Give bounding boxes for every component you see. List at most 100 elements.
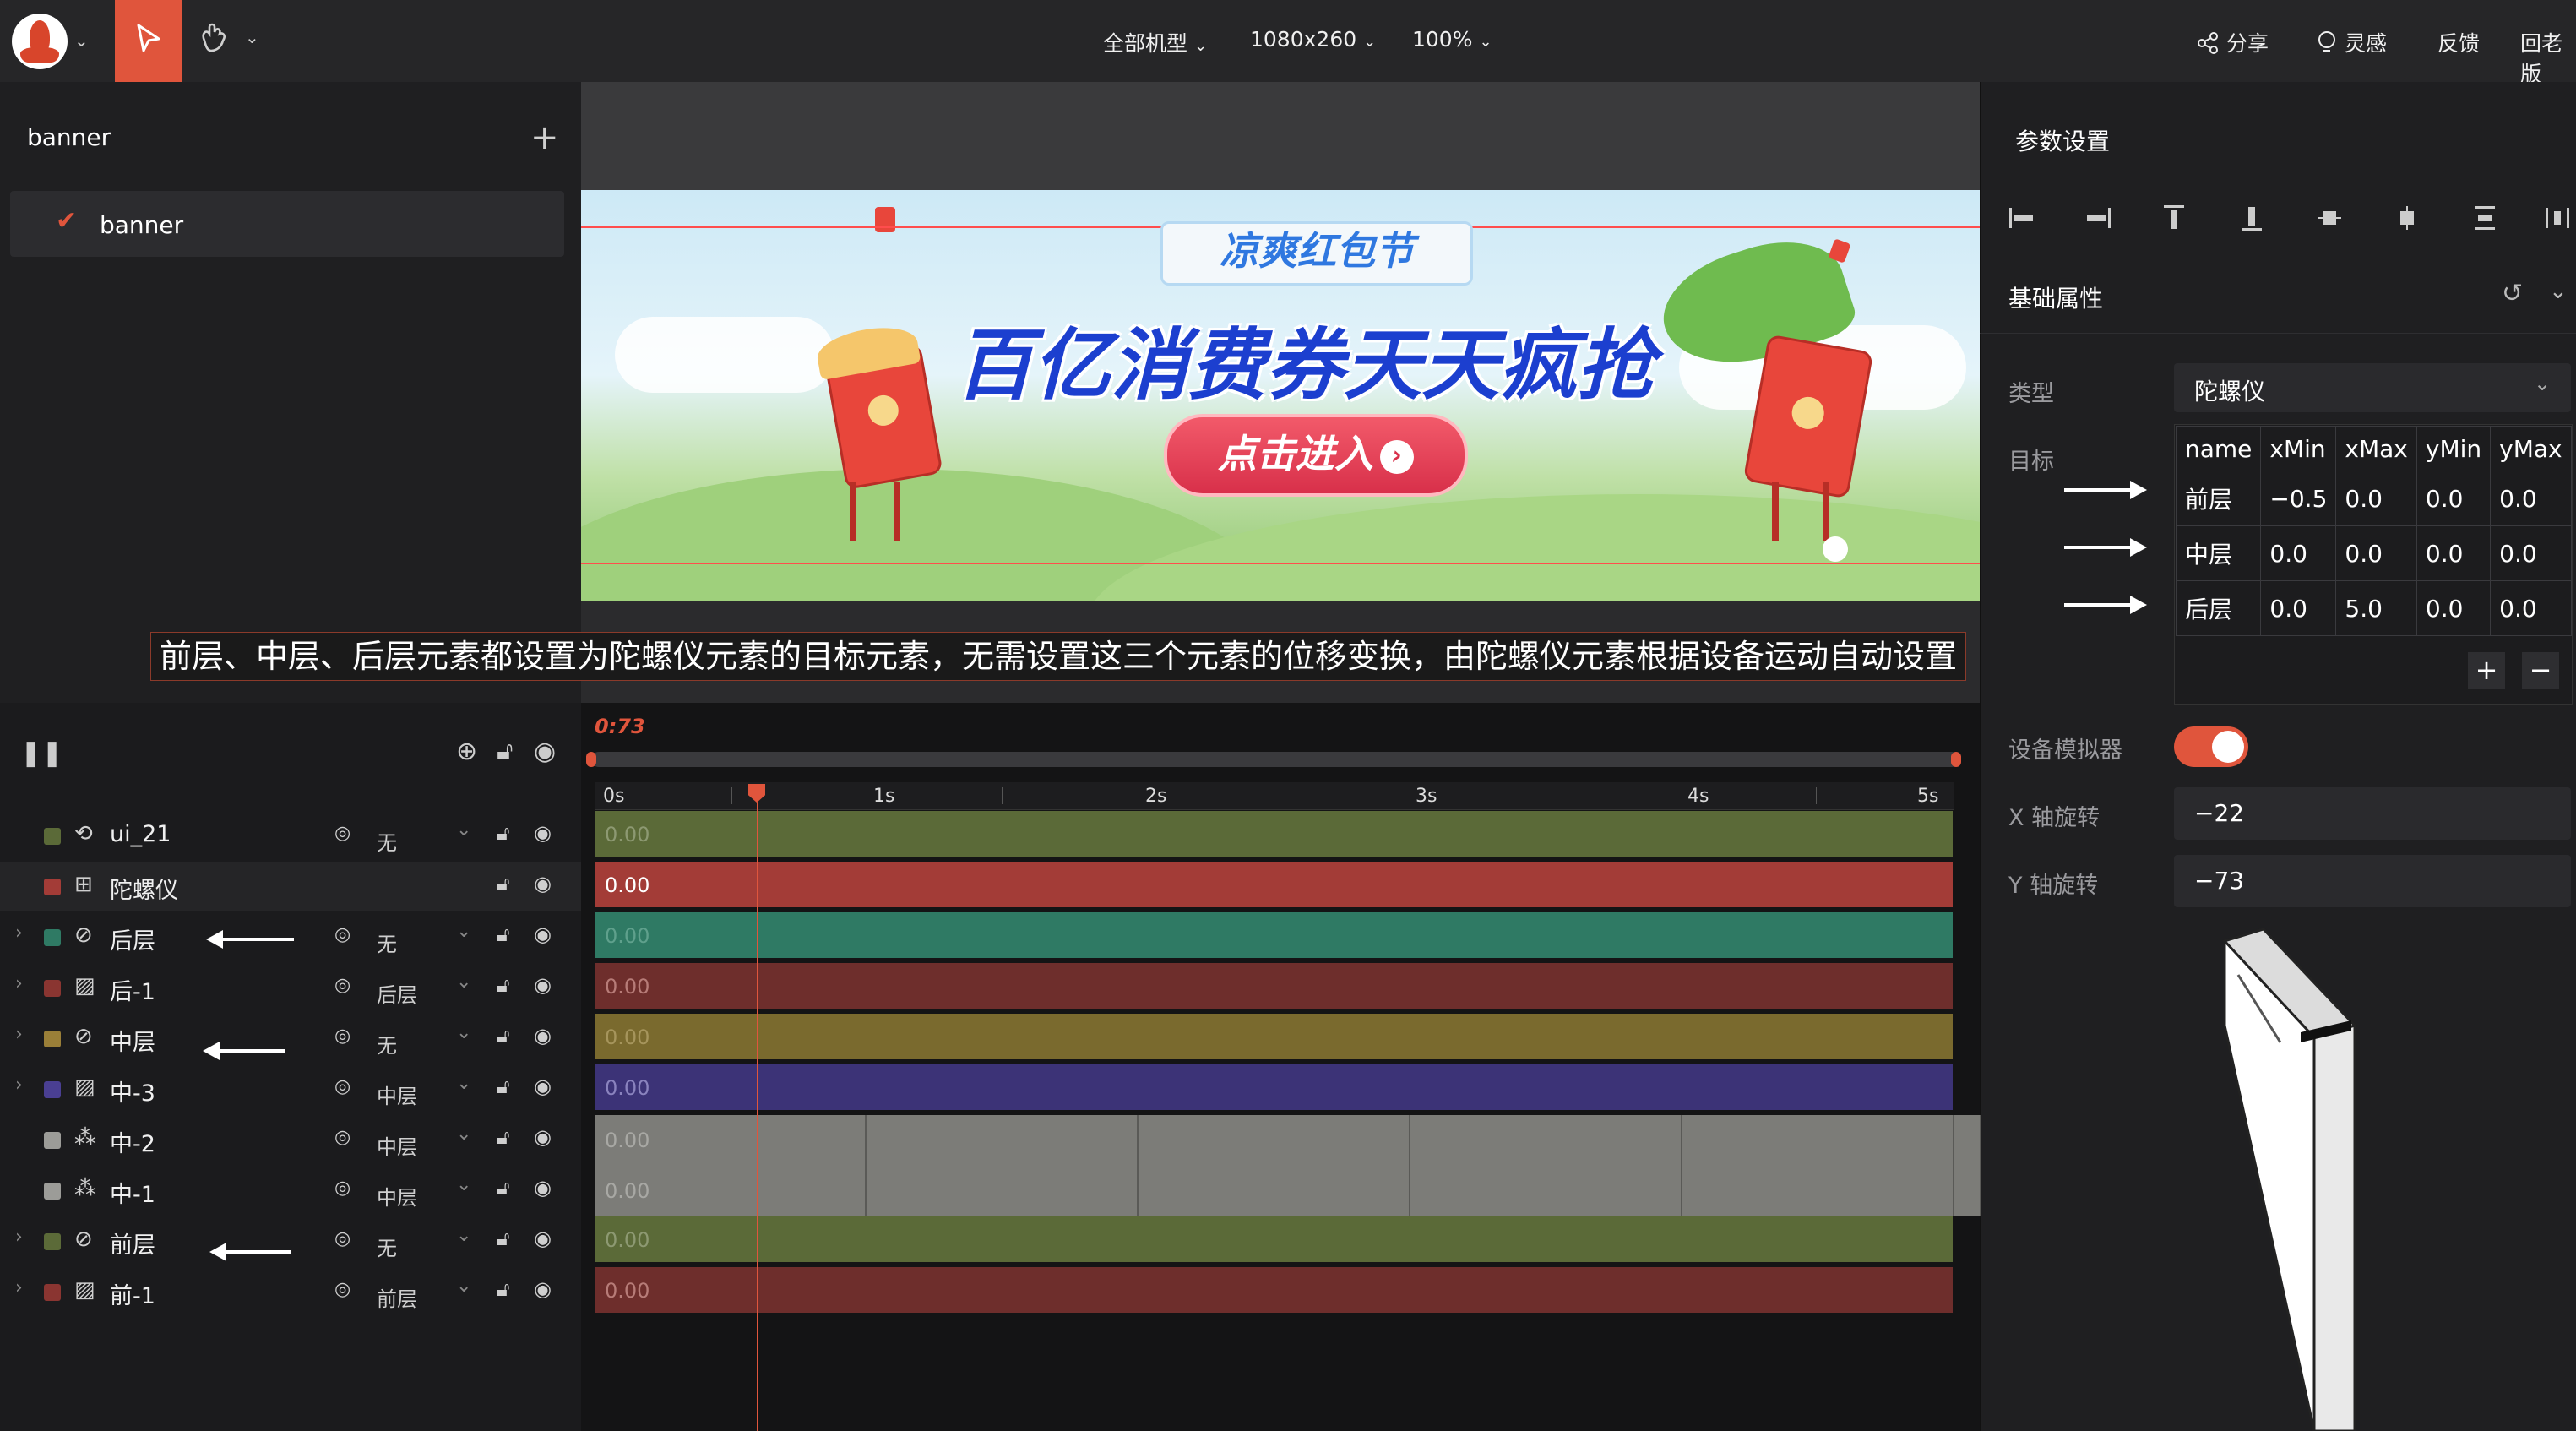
frame-segment[interactable]: 0.00 xyxy=(595,1166,867,1216)
layer-track[interactable]: 0.00 xyxy=(595,1014,1953,1059)
layer-track[interactable]: 0.00 xyxy=(595,811,1953,857)
table-cell[interactable]: 中层 xyxy=(2175,525,2262,581)
feedback-link[interactable]: 反馈 xyxy=(2437,27,2480,57)
layer-name[interactable]: 中-1 xyxy=(110,1176,155,1209)
scrubber-start-handle[interactable] xyxy=(586,752,596,767)
chevron-down-icon[interactable]: ⌄ xyxy=(456,1124,471,1145)
reset-icon[interactable]: ↺ xyxy=(2502,279,2523,308)
eye-icon[interactable]: ◉ xyxy=(534,973,552,997)
layer-target-select[interactable]: 无 xyxy=(377,1232,397,1261)
table-row[interactable]: 前层 −0.5 0.0 0.0 0.0 xyxy=(2175,471,2572,526)
layer-target-select[interactable]: 后层 xyxy=(377,978,417,1008)
lock-all-icon[interactable]: 🔓︎ xyxy=(497,737,513,766)
eye-icon[interactable]: ◉ xyxy=(534,872,552,895)
frame-segment[interactable] xyxy=(1954,1166,1981,1216)
inspiration-button[interactable]: 灵感 xyxy=(2316,27,2387,57)
align-vertical-center-icon[interactable] xyxy=(2314,203,2345,233)
frame-segment[interactable]: 0.00 xyxy=(595,1115,867,1166)
add-target-button[interactable]: + xyxy=(2468,652,2505,689)
table-cell[interactable]: −0.5 xyxy=(2260,471,2337,526)
chevron-down-icon[interactable]: ⌄ xyxy=(456,1174,471,1195)
resolution-dropdown[interactable]: 1080x260 ⌄ xyxy=(1250,27,1376,52)
expand-chevron-icon[interactable]: › xyxy=(15,1024,23,1045)
frame-segment[interactable] xyxy=(1682,1166,1954,1216)
expand-chevron-icon[interactable]: › xyxy=(15,973,23,994)
layer-target-select[interactable]: 中层 xyxy=(377,1080,417,1109)
expand-chevron-icon[interactable]: › xyxy=(15,922,23,944)
align-bottom-icon[interactable] xyxy=(2236,203,2267,233)
lock-icon[interactable]: 🔓︎ xyxy=(497,1176,510,1200)
layer-name[interactable]: 前层 xyxy=(110,1227,155,1260)
frame-segment[interactable] xyxy=(1954,1115,1981,1166)
page-item-banner[interactable] xyxy=(10,191,564,257)
lock-icon[interactable]: 🔓︎ xyxy=(497,1277,510,1301)
expand-chevron-icon[interactable]: › xyxy=(15,1227,23,1248)
frame-segment[interactable] xyxy=(1410,1166,1682,1216)
banner-cta-button[interactable]: 点击进入 › xyxy=(1164,414,1468,497)
lock-icon[interactable]: 🔓︎ xyxy=(497,821,510,845)
eye-icon[interactable]: ◉ xyxy=(534,1227,552,1250)
eye-icon[interactable]: ◉ xyxy=(534,1024,552,1047)
frame-segment[interactable] xyxy=(867,1166,1139,1216)
layer-track[interactable]: 0.00 xyxy=(595,1115,1981,1166)
timeline-scrubber[interactable] xyxy=(591,752,1959,767)
lock-icon[interactable]: 🔓︎ xyxy=(497,1227,510,1250)
visibility-all-icon[interactable]: ◉ xyxy=(534,737,556,766)
distribute-vertical-icon[interactable] xyxy=(2470,203,2500,233)
lock-icon[interactable]: 🔓︎ xyxy=(497,872,510,895)
layer-track[interactable]: 0.00 xyxy=(595,912,1953,958)
layer-track[interactable]: 0.00 xyxy=(595,1216,1953,1262)
align-top-icon[interactable] xyxy=(2159,203,2189,233)
table-cell[interactable]: 0.0 xyxy=(2416,580,2492,636)
table-cell[interactable]: 0.0 xyxy=(2260,525,2337,581)
align-horizontal-center-icon[interactable] xyxy=(2392,203,2422,233)
eye-icon[interactable]: ◉ xyxy=(534,1176,552,1200)
eye-icon[interactable]: ◉ xyxy=(534,1125,552,1149)
layer-name[interactable]: 陀螺仪 xyxy=(110,872,178,905)
layer-track[interactable]: 0.00 xyxy=(595,1064,1953,1110)
table-cell[interactable]: 0.0 xyxy=(2490,580,2572,636)
pause-icon[interactable]: ❚❚ xyxy=(20,738,62,768)
table-cell[interactable]: 0.0 xyxy=(2490,471,2572,526)
layer-target-select[interactable]: 中层 xyxy=(377,1130,417,1160)
add-layer-icon[interactable]: ⊕ xyxy=(456,737,477,766)
lock-icon[interactable]: 🔓︎ xyxy=(497,1024,510,1047)
layer-name[interactable]: 中-2 xyxy=(110,1125,155,1158)
hand-menu-chevron-icon[interactable]: ⌄ xyxy=(245,27,259,47)
align-left-icon[interactable] xyxy=(2007,203,2037,233)
distribute-horizontal-icon[interactable] xyxy=(2542,203,2573,233)
eye-icon[interactable]: ◉ xyxy=(534,1075,552,1098)
add-page-button[interactable]: + xyxy=(530,118,559,157)
layer-name[interactable]: 前-1 xyxy=(110,1277,155,1310)
layer-target-select[interactable]: 无 xyxy=(377,928,397,957)
time-ruler[interactable] xyxy=(595,782,1954,810)
layer-track[interactable]: 0.00 xyxy=(595,963,1953,1009)
chevron-down-icon[interactable]: ⌄ xyxy=(456,819,471,841)
app-logo-icon[interactable] xyxy=(12,14,68,69)
layer-name[interactable]: 中-3 xyxy=(110,1075,155,1107)
old-version-link[interactable]: 回老版 xyxy=(2520,27,2576,88)
layer-track[interactable]: 0.00 xyxy=(595,1166,1981,1216)
layer-track[interactable]: 0.00 xyxy=(595,1267,1953,1313)
chevron-down-icon[interactable]: ⌄ xyxy=(456,1022,471,1043)
table-cell[interactable]: 0.0 xyxy=(2490,525,2572,581)
table-cell[interactable]: 0.0 xyxy=(2335,471,2417,526)
phone-preview-icon[interactable] xyxy=(2213,924,2365,1431)
table-cell[interactable]: 0.0 xyxy=(2260,580,2337,636)
layer-name[interactable]: 中层 xyxy=(110,1024,155,1057)
remove-target-button[interactable]: − xyxy=(2522,652,2559,689)
table-cell[interactable]: 前层 xyxy=(2175,471,2262,526)
scrubber-end-handle[interactable] xyxy=(1951,752,1961,767)
zoom-dropdown[interactable]: 100% ⌄ xyxy=(1412,27,1492,52)
chevron-down-icon[interactable]: ⌄ xyxy=(456,1073,471,1094)
eye-icon[interactable]: ◉ xyxy=(534,1277,552,1301)
layer-track[interactable]: 0.00 xyxy=(595,862,1953,907)
layer-target-select[interactable]: 中层 xyxy=(377,1181,417,1211)
chevron-down-icon[interactable]: ⌄ xyxy=(456,1225,471,1246)
align-right-icon[interactable] xyxy=(2083,203,2113,233)
chevron-down-icon[interactable]: ⌄ xyxy=(2549,279,2568,304)
chevron-down-icon[interactable]: ⌄ xyxy=(456,971,471,993)
lock-icon[interactable]: 🔓︎ xyxy=(497,1125,510,1149)
table-cell[interactable]: 0.0 xyxy=(2416,471,2492,526)
expand-chevron-icon[interactable]: › xyxy=(15,1277,23,1298)
